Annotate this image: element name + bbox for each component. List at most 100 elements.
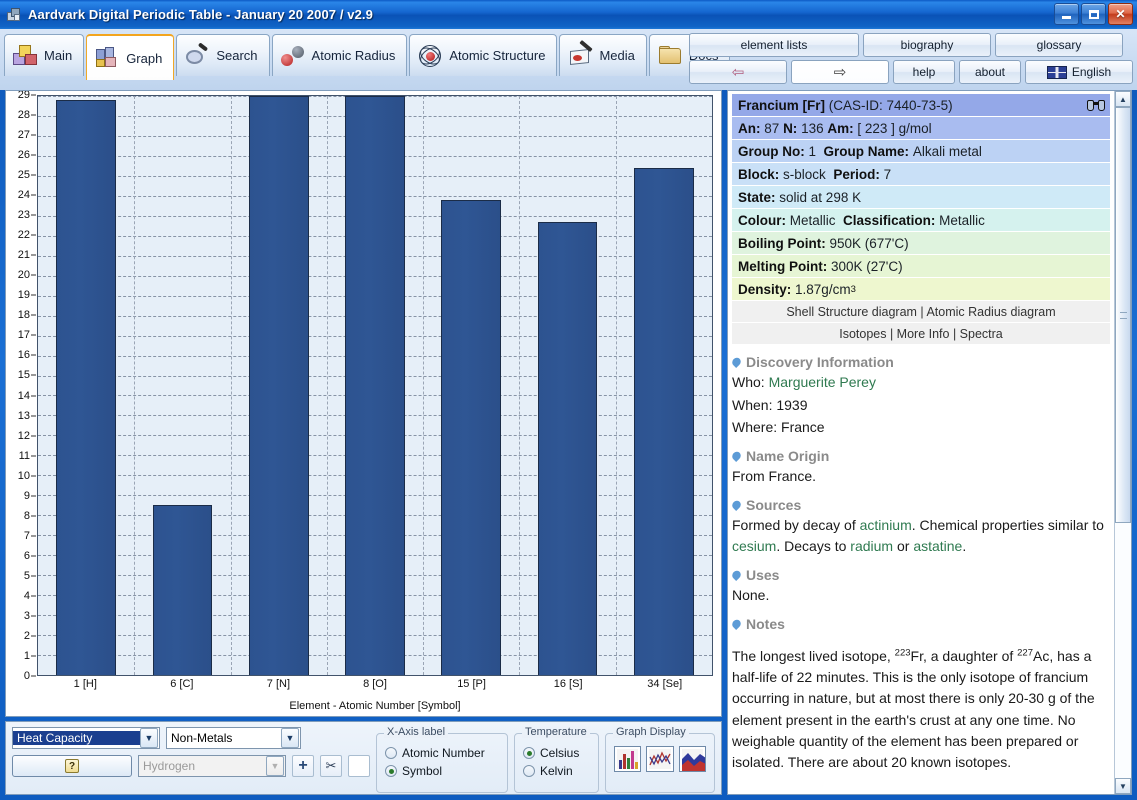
ac-link[interactable]: Ac bbox=[1033, 648, 1049, 664]
help-button[interactable]: help bbox=[893, 60, 955, 84]
notes-d: of 22 minutes. This is the only bbox=[777, 669, 970, 686]
y-axis-tick-mark bbox=[31, 274, 36, 276]
y-axis-tick-mark bbox=[31, 374, 36, 376]
binoculars-icon[interactable] bbox=[1087, 97, 1105, 112]
tab-media[interactable]: Media bbox=[559, 34, 647, 76]
language-button[interactable]: English bbox=[1025, 60, 1133, 84]
chevron-down-icon[interactable]: ▼ bbox=[140, 728, 158, 748]
melting-value: 300K (27'C) bbox=[831, 258, 903, 274]
about-button[interactable]: about bbox=[959, 60, 1021, 84]
tab-graph[interactable]: Graph bbox=[86, 34, 175, 80]
y-axis-tick: 20 bbox=[17, 269, 30, 282]
maximize-button[interactable] bbox=[1081, 3, 1106, 25]
property-dropdown[interactable]: Heat Capacity ▼ bbox=[12, 727, 160, 749]
minimize-button[interactable] bbox=[1054, 3, 1079, 25]
tab-atomic-structure[interactable]: Atomic Structure bbox=[409, 34, 558, 76]
cesium-link[interactable]: cesium bbox=[732, 538, 776, 554]
y-axis-tick-mark bbox=[31, 234, 36, 236]
chevron-down-icon[interactable]: ▼ bbox=[266, 756, 284, 776]
am-label: Am: bbox=[827, 120, 854, 136]
line-chart-icon[interactable] bbox=[646, 746, 674, 772]
main-body: 0 1 2 3 4 5 6 7 8 9 10 11 12 13 14 15 16 17 18 19 20 21 22 23 24… bbox=[0, 90, 1137, 800]
grid-line-vertical bbox=[326, 96, 328, 675]
actinium-link[interactable]: actinium bbox=[860, 517, 912, 533]
selector-column: Heat Capacity ▼ Non-Metals ▼ ? Hydrogen … bbox=[12, 727, 370, 777]
chart-bar[interactable] bbox=[537, 221, 598, 675]
element-dropdown[interactable]: Hydrogen ▼ bbox=[138, 755, 286, 777]
y-axis-tick: 14 bbox=[17, 389, 30, 402]
radio-symbol[interactable]: Symbol bbox=[385, 764, 499, 778]
half-life-link[interactable]: half-life bbox=[732, 669, 777, 685]
tab-atomic-radius[interactable]: Atomic Radius bbox=[271, 34, 408, 76]
tab-main[interactable]: Main bbox=[4, 34, 85, 76]
chart-bar[interactable] bbox=[441, 199, 502, 675]
sources-b: . Chemical properties similar to bbox=[911, 516, 1104, 533]
toolbar-strip: Main Graph Search Atomic Radius Atomic S… bbox=[0, 29, 1137, 90]
group-filter-dropdown[interactable]: Non-Metals ▼ bbox=[166, 727, 301, 749]
chart-bar[interactable] bbox=[152, 505, 213, 675]
tab-search[interactable]: Search bbox=[176, 34, 270, 76]
y-axis-tick: 27 bbox=[17, 129, 30, 142]
isotope-link[interactable]: isotope bbox=[970, 669, 1015, 685]
y-axis-tick-mark bbox=[31, 334, 36, 336]
radio-kelvin[interactable]: Kelvin bbox=[523, 764, 590, 778]
info-scrollbar[interactable]: ▲ ▼ bbox=[1114, 91, 1131, 794]
y-axis-tick: 7 bbox=[23, 529, 30, 542]
y-axis-tick: 5 bbox=[23, 569, 30, 582]
forward-arrow-icon: ⇨ bbox=[833, 63, 847, 81]
selector-row-1: Heat Capacity ▼ Non-Metals ▼ bbox=[12, 727, 370, 749]
block-label: Block: bbox=[738, 166, 780, 182]
glossary-button[interactable]: glossary bbox=[995, 33, 1123, 57]
scroll-thumb[interactable] bbox=[1115, 107, 1131, 524]
notes-c: , has a bbox=[1049, 647, 1092, 664]
chart-bar[interactable] bbox=[56, 100, 116, 675]
group-no-value: 1 bbox=[808, 143, 817, 159]
group-name-value: Alkali metal bbox=[912, 143, 982, 159]
radio-atomic-number[interactable]: Atomic Number bbox=[385, 746, 499, 760]
discovery-heading-label: Discovery Information bbox=[746, 354, 894, 370]
chart-bar[interactable] bbox=[345, 96, 405, 675]
element-name-row: Francium [Fr] (CAS-ID: 7440-73-5) bbox=[732, 94, 1110, 117]
element-lists-button[interactable]: element lists bbox=[689, 33, 859, 57]
close-button[interactable]: ✕ bbox=[1108, 3, 1133, 25]
extra-links-row[interactable]: Isotopes | More Info | Spectra bbox=[732, 323, 1110, 345]
x-axis-tick-label: 1 [H] bbox=[73, 678, 97, 690]
bar-chart-icon[interactable] bbox=[614, 746, 642, 772]
scroll-down-button[interactable]: ▼ bbox=[1115, 778, 1131, 794]
colour-row: Colour: Metallic Classification: Metalli… bbox=[732, 209, 1110, 232]
group-name-label: Group Name: bbox=[823, 143, 910, 159]
who-value[interactable]: Marguerite Perey bbox=[769, 374, 876, 390]
tab-graph-label: Graph bbox=[126, 50, 163, 66]
diagram-links-row[interactable]: Shell Structure diagram | Atomic Radius … bbox=[732, 301, 1110, 323]
y-axis-tick-mark bbox=[31, 314, 36, 316]
area-chart-icon[interactable] bbox=[678, 746, 706, 772]
atomic-data-row: An: 87 N: 136 Am: [ 223 ] g/mol bbox=[732, 117, 1110, 140]
y-axis-tick-mark bbox=[31, 354, 36, 356]
biography-button[interactable]: biography bbox=[863, 33, 991, 57]
help-info-button[interactable]: ? bbox=[12, 755, 132, 777]
scroll-track[interactable] bbox=[1115, 107, 1131, 778]
clear-button[interactable] bbox=[348, 755, 370, 777]
density-exponent: 3 bbox=[850, 283, 856, 295]
chart-bar[interactable] bbox=[248, 96, 309, 675]
notes-sup1: 223 bbox=[894, 647, 911, 659]
sources-c: . Decays to bbox=[776, 538, 851, 555]
add-element-button[interactable]: + bbox=[292, 755, 314, 777]
magnifier-icon bbox=[185, 41, 211, 68]
y-axis-tick-mark bbox=[31, 475, 36, 477]
y-axis-tick-mark bbox=[31, 615, 36, 617]
astatine-link[interactable]: astatine bbox=[913, 538, 962, 554]
radium-link[interactable]: radium bbox=[850, 538, 893, 554]
back-button[interactable]: ⇦ bbox=[689, 60, 787, 84]
chart-bar[interactable] bbox=[634, 167, 694, 675]
radio-celsius[interactable]: Celsius bbox=[523, 746, 590, 760]
chevron-down-icon[interactable]: ▼ bbox=[281, 728, 299, 748]
y-axis-tick: 3 bbox=[23, 609, 30, 622]
notes-text: The longest lived isotope, 223Fr, a daug… bbox=[732, 646, 1110, 774]
remove-element-button[interactable]: ✂ bbox=[320, 755, 342, 777]
scroll-up-button[interactable]: ▲ bbox=[1115, 91, 1131, 107]
forward-button[interactable]: ⇨ bbox=[791, 60, 889, 84]
bar-chart[interactable]: 0 1 2 3 4 5 6 7 8 9 10 11 12 13 14 15 16 17 18 19 20 21 22 23 24… bbox=[5, 90, 722, 717]
y-axis-tick: 24 bbox=[17, 189, 30, 202]
atom-icon bbox=[417, 43, 444, 68]
